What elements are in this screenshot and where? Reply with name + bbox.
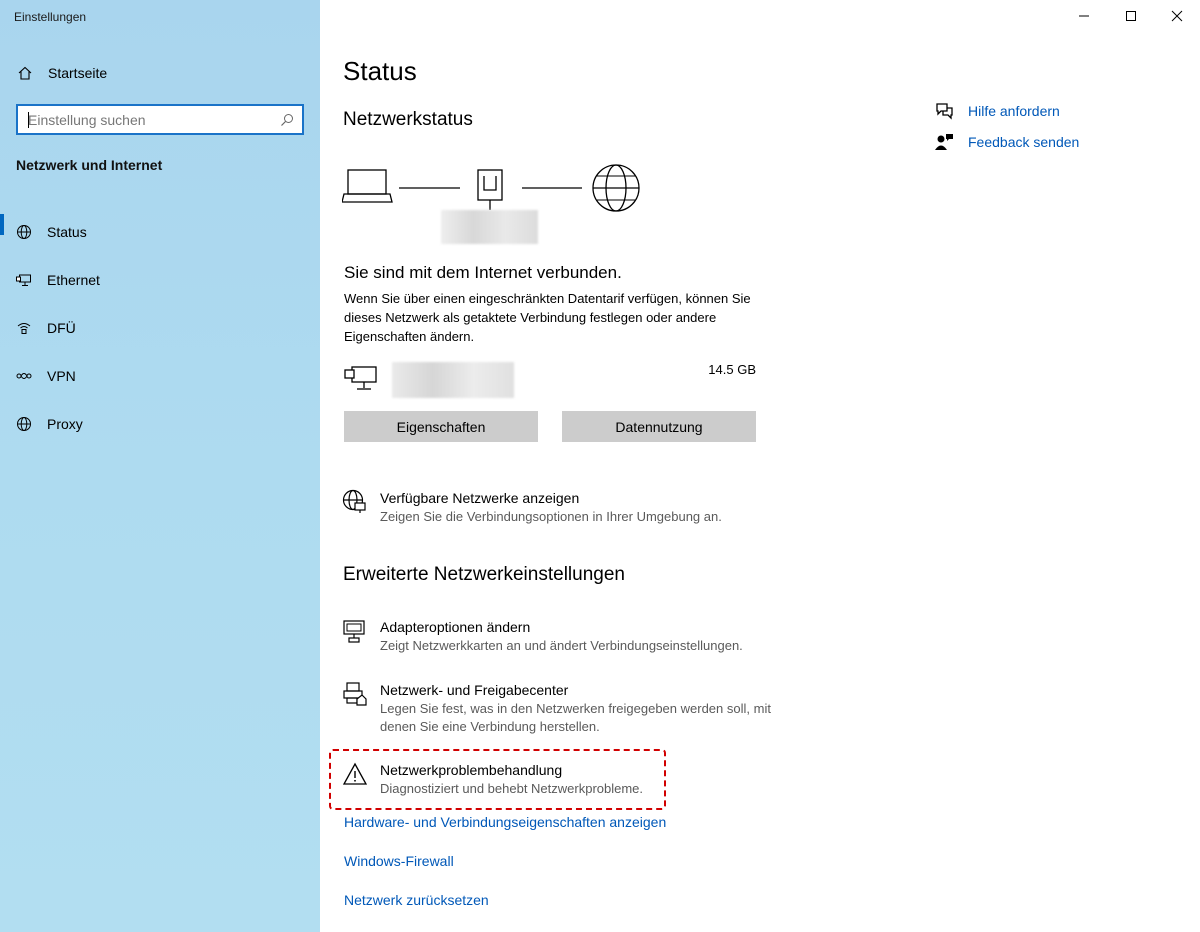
data-usage-button[interactable]: Datennutzung bbox=[562, 411, 756, 442]
sharing-center-title: Netzwerk- und Freigabecenter bbox=[380, 682, 569, 698]
available-networks-subtitle: Zeigen Sie die Verbindungsoptionen in Ih… bbox=[380, 509, 722, 524]
ethernet-icon bbox=[15, 271, 33, 289]
available-networks-option[interactable]: Verfügbare Netzwerke anzeigen Zeigen Sie… bbox=[342, 489, 722, 526]
sidebar-item-label: VPN bbox=[47, 368, 76, 384]
redacted-network-name bbox=[441, 210, 538, 244]
search-icon[interactable] bbox=[278, 111, 296, 129]
network-reset-link[interactable]: Netzwerk zurücksetzen bbox=[344, 892, 489, 908]
connection-row: 14.5 GB bbox=[344, 360, 756, 398]
redacted-connection-name bbox=[392, 362, 514, 398]
sharing-center-subtitle: Legen Sie fest, was in den Netzwerken fr… bbox=[380, 701, 771, 734]
troubleshooter-title: Netzwerkproblembehandlung bbox=[380, 762, 563, 778]
warning-icon bbox=[342, 761, 368, 787]
main-content: Status Netzwerkstatus Sie sind mit dem I… bbox=[320, 0, 1200, 932]
text-caret bbox=[28, 112, 29, 128]
page-title: Status bbox=[343, 56, 417, 86]
sidebar-item-vpn[interactable]: VPN bbox=[0, 352, 320, 400]
feedback-icon bbox=[934, 132, 954, 152]
internet-globe-icon bbox=[592, 164, 640, 212]
settings-search-box[interactable] bbox=[16, 104, 304, 135]
sidebar-nav: Status Ethernet DFÜ VPN Proxy bbox=[0, 208, 320, 448]
sidebar-item-label: Proxy bbox=[47, 416, 83, 432]
adapter-options-option[interactable]: Adapteroptionen ändern Zeigt Netzwerkkar… bbox=[342, 618, 743, 655]
app-title: Einstellungen bbox=[14, 10, 87, 24]
hardware-properties-link[interactable]: Hardware- und Verbindungseigenschaften a… bbox=[344, 814, 666, 830]
vpn-icon bbox=[15, 367, 33, 385]
sidebar-item-dfu[interactable]: DFÜ bbox=[0, 304, 320, 352]
sidebar: Einstellungen Startseite Netzwerk und In… bbox=[0, 0, 320, 932]
dialup-icon bbox=[15, 319, 33, 337]
sharing-center-option[interactable]: Netzwerk- und Freigabecenter Legen Sie f… bbox=[342, 681, 780, 736]
sidebar-item-ethernet[interactable]: Ethernet bbox=[0, 256, 320, 304]
feedback-link[interactable]: Feedback senden bbox=[934, 132, 1079, 152]
troubleshooter-option[interactable]: Netzwerkproblembehandlung Diagnostiziert… bbox=[342, 761, 643, 798]
adapter-options-title: Adapteroptionen ändern bbox=[380, 619, 531, 635]
sidebar-item-label: Status bbox=[47, 224, 87, 240]
sharing-center-icon bbox=[342, 681, 368, 707]
feedback-label: Feedback senden bbox=[968, 134, 1080, 150]
sidebar-item-status[interactable]: Status bbox=[0, 208, 320, 256]
globe-icon bbox=[15, 415, 33, 433]
properties-button[interactable]: Eigenschaften bbox=[344, 411, 538, 442]
get-help-link[interactable]: Hilfe anfordern bbox=[934, 101, 1060, 121]
get-help-label: Hilfe anfordern bbox=[968, 103, 1060, 119]
globe-icon bbox=[15, 223, 33, 241]
advanced-settings-heading: Erweiterte Netzwerkeinstellungen bbox=[343, 564, 625, 585]
network-globe-icon bbox=[342, 489, 368, 515]
adapter-icon bbox=[342, 618, 368, 644]
available-networks-title: Verfügbare Netzwerke anzeigen bbox=[380, 490, 580, 506]
network-status-heading: Netzwerkstatus bbox=[343, 109, 473, 130]
data-usage-amount: 14.5 GB bbox=[708, 362, 756, 377]
sidebar-section-title: Netzwerk und Internet bbox=[16, 157, 163, 173]
home-label: Startseite bbox=[48, 65, 108, 81]
home-link[interactable]: Startseite bbox=[16, 62, 107, 84]
windows-firewall-link[interactable]: Windows-Firewall bbox=[344, 853, 454, 869]
laptop-icon bbox=[341, 169, 393, 203]
help-chat-icon bbox=[934, 101, 954, 121]
router-icon bbox=[477, 169, 503, 210]
search-input[interactable] bbox=[18, 106, 278, 133]
connection-status-text: Sie sind mit dem Internet verbunden. bbox=[344, 263, 622, 282]
adapter-options-subtitle: Zeigt Netzwerkkarten an und ändert Verbi… bbox=[380, 638, 743, 653]
sidebar-item-label: Ethernet bbox=[47, 272, 100, 288]
home-icon bbox=[16, 64, 34, 82]
sidebar-item-proxy[interactable]: Proxy bbox=[0, 400, 320, 448]
metered-description: Wenn Sie über einen eingeschränkten Date… bbox=[344, 291, 751, 344]
troubleshooter-subtitle: Diagnostiziert und behebt Netzwerkproble… bbox=[380, 781, 644, 796]
ethernet-connection-icon bbox=[344, 366, 377, 390]
sidebar-item-label: DFÜ bbox=[47, 320, 76, 336]
